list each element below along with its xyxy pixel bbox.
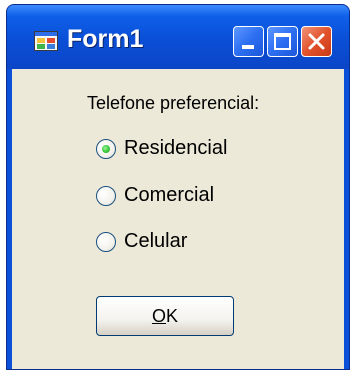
radio-button[interactable]: [96, 232, 116, 252]
maximize-button[interactable]: [267, 26, 298, 57]
group-label: Telefone preferencial:: [87, 93, 260, 113]
ok-mnemonic: O: [151, 306, 166, 326]
maximize-icon: [274, 33, 291, 50]
close-button[interactable]: [301, 26, 332, 57]
close-icon: [308, 33, 325, 50]
title-bar[interactable]: Form1: [7, 5, 349, 69]
minimize-icon: [242, 45, 254, 49]
window-title: Form1: [67, 25, 144, 53]
radio-label[interactable]: Residencial: [124, 137, 227, 160]
ok-button[interactable]: OK: [96, 296, 234, 336]
minimize-button[interactable]: [233, 26, 264, 57]
radio-label[interactable]: Comercial: [124, 184, 214, 207]
radio-button[interactable]: [96, 139, 116, 159]
ok-label-rest: K: [166, 306, 179, 326]
radio-selected-dot: [102, 145, 110, 153]
radio-label[interactable]: Celular: [124, 230, 187, 253]
app-icon: [34, 31, 58, 51]
radio-button[interactable]: [96, 186, 116, 206]
